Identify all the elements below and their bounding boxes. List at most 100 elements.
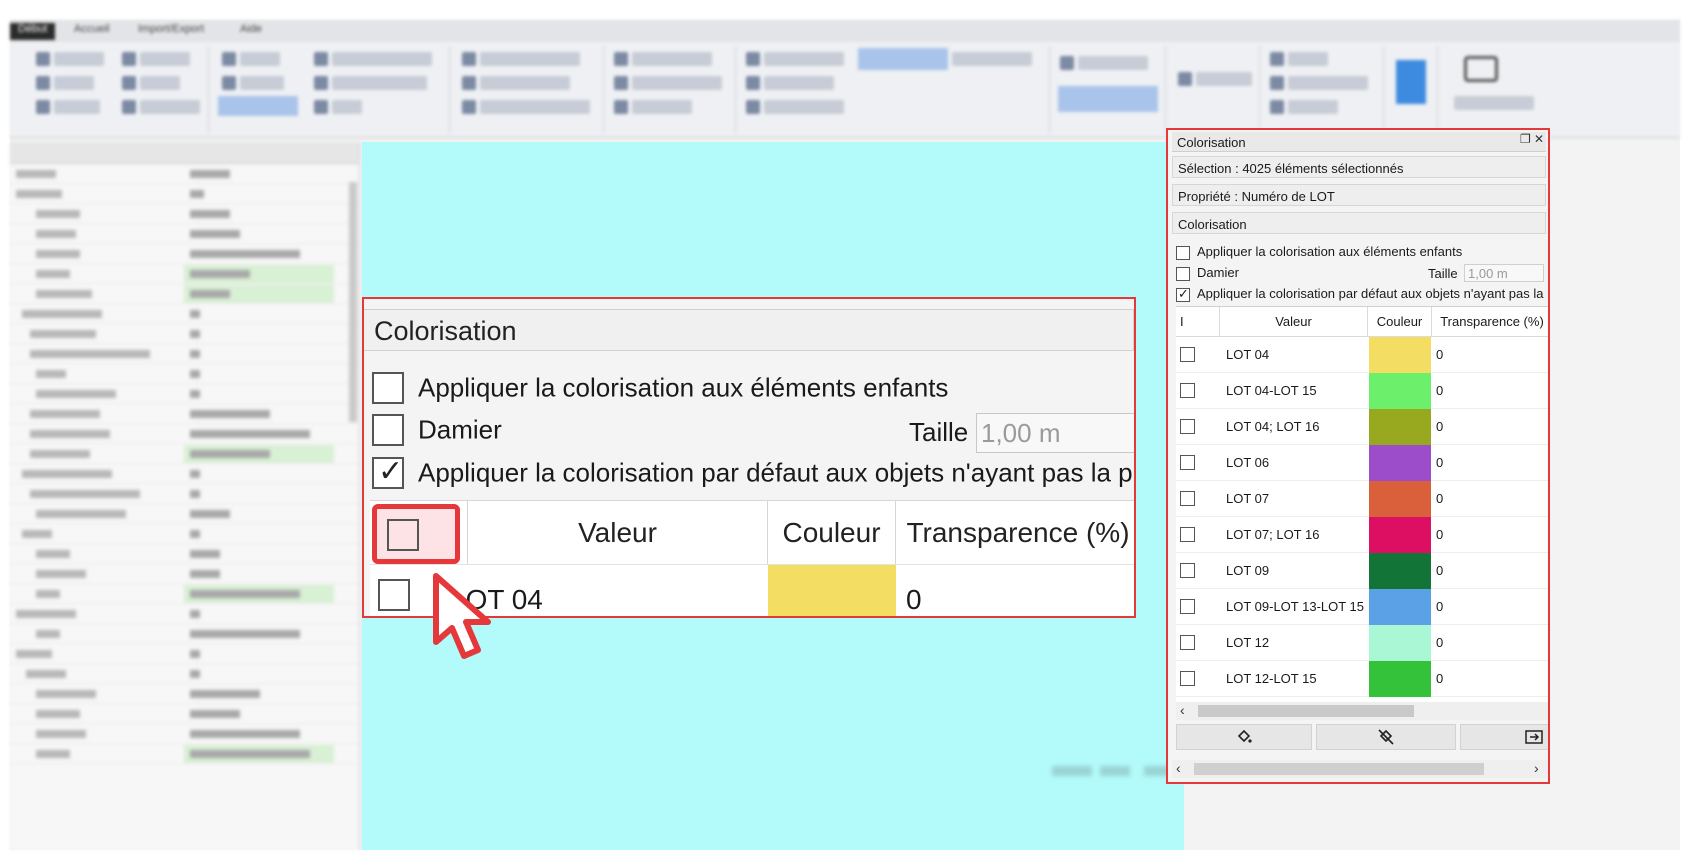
row-checkbox[interactable] — [1180, 491, 1195, 506]
row-color-swatch[interactable] — [1369, 445, 1431, 481]
option-damier[interactable]: Damier — [372, 413, 502, 449]
table-row[interactable]: LOT 04 0 — [1176, 337, 1548, 373]
row-color-swatch[interactable] — [1369, 481, 1431, 517]
option-apply-default[interactable]: ✓ Appliquer la colorisation par défaut au… — [1176, 286, 1548, 304]
row-transparency[interactable]: 0 — [906, 565, 922, 616]
column-header-couleur[interactable]: Couleur — [1368, 307, 1432, 337]
row-color-swatch[interactable] — [1369, 553, 1431, 589]
row-checkbox[interactable] — [1180, 671, 1195, 686]
taille-input[interactable]: 1,00 m — [1464, 264, 1544, 282]
option-damier[interactable]: Damier — [1176, 265, 1239, 283]
scroll-right-icon[interactable]: › — [1534, 760, 1539, 776]
row-color-swatch[interactable] — [1369, 337, 1431, 373]
table-horizontal-scrollbar[interactable]: ‹ — [1176, 702, 1548, 720]
checkbox-checked[interactable]: ✓ — [1176, 286, 1190, 302]
row-checkbox[interactable] — [378, 579, 410, 611]
row-transparency[interactable]: 0 — [1436, 445, 1443, 481]
property-info[interactable]: Propriété : Numéro de LOT — [1172, 184, 1546, 206]
row-checkbox[interactable] — [1180, 383, 1195, 398]
table-row[interactable]: LOT 04-LOT 15 0 — [1176, 373, 1548, 409]
row-checkbox[interactable] — [1180, 419, 1195, 434]
column-header-valeur[interactable]: Valeur — [1220, 307, 1368, 337]
row-transparency[interactable]: 0 — [1436, 553, 1443, 589]
row-transparency[interactable]: 0 — [1436, 337, 1443, 373]
option-apply-children[interactable]: Appliquer la colorisation aux éléments e… — [372, 371, 948, 407]
row-transparency[interactable]: 0 — [1436, 373, 1443, 409]
checkbox[interactable] — [1176, 266, 1190, 281]
ribbon-tab[interactable]: Aide — [232, 23, 270, 40]
column-header-transparence[interactable]: Transparence (%) — [896, 501, 1134, 565]
scroll-left-icon[interactable]: ‹ — [1176, 760, 1181, 776]
apply-color-button[interactable] — [1176, 724, 1312, 750]
table-row[interactable]: LOT 07; LOT 16 0 — [1176, 517, 1548, 553]
option-apply-children[interactable]: Appliquer la colorisation aux éléments e… — [1176, 244, 1462, 262]
scroll-left-icon[interactable]: ‹ — [1180, 702, 1185, 718]
ribbon-tab[interactable]: Début — [10, 23, 56, 40]
checkbox-checked[interactable]: ✓ — [372, 455, 404, 490]
checkbox[interactable] — [372, 414, 404, 447]
row-transparency[interactable]: 0 — [1436, 589, 1443, 625]
row-color-swatch[interactable] — [1369, 661, 1431, 697]
panel-horizontal-scrollbar[interactable]: ‹ › — [1172, 760, 1548, 778]
ribbon-group — [740, 46, 1050, 134]
row-color-swatch[interactable] — [1369, 517, 1431, 553]
taille-label: Taille — [909, 417, 969, 447]
export-button[interactable] — [1460, 724, 1548, 750]
zoom-callout: Colorisation Appliquer la colorisation a… — [362, 297, 1136, 618]
row-color-swatch[interactable] — [768, 565, 896, 616]
row-checkbox[interactable] — [1180, 635, 1195, 650]
row-checkbox[interactable] — [1180, 347, 1195, 362]
scrollbar-thumb[interactable] — [1194, 763, 1484, 775]
select-all-highlight[interactable] — [372, 504, 460, 564]
clear-color-button[interactable] — [1316, 724, 1456, 750]
row-color-swatch[interactable] — [1369, 589, 1431, 625]
column-header-select[interactable]: I — [1176, 307, 1220, 337]
column-header-valeur[interactable]: Valeur — [468, 501, 768, 565]
row-checkbox[interactable] — [1180, 527, 1195, 542]
row-transparency[interactable]: 0 — [1436, 625, 1443, 661]
table-row[interactable]: LOT 09-LOT 13-LOT 15 0 — [1176, 589, 1548, 625]
table-row[interactable]: LOT 12 0 — [1176, 625, 1548, 661]
table-row[interactable]: LOT 04; LOT 16 0 — [1176, 409, 1548, 445]
panel-title: Colorisation — [1172, 132, 1546, 152]
checkbox[interactable] — [372, 372, 404, 405]
row-color-swatch[interactable] — [1369, 373, 1431, 409]
ribbon-group — [24, 46, 209, 134]
table-row[interactable]: LOT 06 0 — [1176, 445, 1548, 481]
column-header-transparence[interactable]: Transparence (%) — [1432, 307, 1548, 337]
colorisation-panel: Colorisation ❐ ✕ Sélection : 4025 élémen… — [1166, 128, 1550, 784]
close-icon[interactable]: ✕ — [1534, 132, 1544, 146]
row-value: LOT 09-LOT 13-LOT 15 — [1226, 599, 1365, 614]
table-row[interactable]: LOT 12-LOT 15 0 — [1176, 661, 1548, 697]
row-checkbox[interactable] — [1180, 599, 1195, 614]
option-apply-default[interactable]: ✓ Appliquer la colorisation par défaut au… — [372, 455, 1133, 492]
properties-panel — [10, 142, 360, 850]
column-header-couleur[interactable]: Couleur — [768, 501, 896, 565]
row-value: LOT 07; LOT 16 — [1226, 527, 1320, 542]
row-value: LOT 07 — [1226, 491, 1270, 506]
row-value: LOT 06 — [1226, 455, 1270, 470]
table-row[interactable]: LOT 09 0 — [1176, 553, 1548, 589]
row-transparency[interactable]: 0 — [1436, 517, 1443, 553]
mouse-cursor-icon — [433, 573, 491, 659]
ribbon-tab[interactable]: Import/Export — [130, 23, 212, 40]
table-row[interactable]: LOT 07 0 — [1176, 481, 1548, 517]
ribbon-group — [1442, 46, 1672, 134]
row-value: LOT 12 — [1226, 635, 1270, 650]
row-checkbox[interactable] — [1180, 455, 1195, 470]
row-color-swatch[interactable] — [1369, 625, 1431, 661]
row-transparency[interactable]: 0 — [1436, 661, 1443, 697]
select-all-checkbox[interactable] — [387, 519, 419, 551]
checkbox[interactable] — [1176, 245, 1190, 260]
selection-info: Sélection : 4025 éléments sélectionnés — [1172, 156, 1546, 178]
scrollbar-thumb[interactable] — [1198, 705, 1414, 717]
row-checkbox[interactable] — [1180, 563, 1195, 578]
ribbon-tab[interactable]: Accueil — [66, 23, 117, 40]
row-transparency[interactable]: 0 — [1436, 409, 1443, 445]
taille-input[interactable]: 1,00 m — [976, 413, 1134, 453]
row-color-swatch[interactable] — [1369, 409, 1431, 445]
ribbon-group — [1264, 46, 1384, 134]
ribbon-group — [454, 46, 604, 134]
float-icon[interactable]: ❐ — [1520, 132, 1531, 146]
row-transparency[interactable]: 0 — [1436, 481, 1443, 517]
